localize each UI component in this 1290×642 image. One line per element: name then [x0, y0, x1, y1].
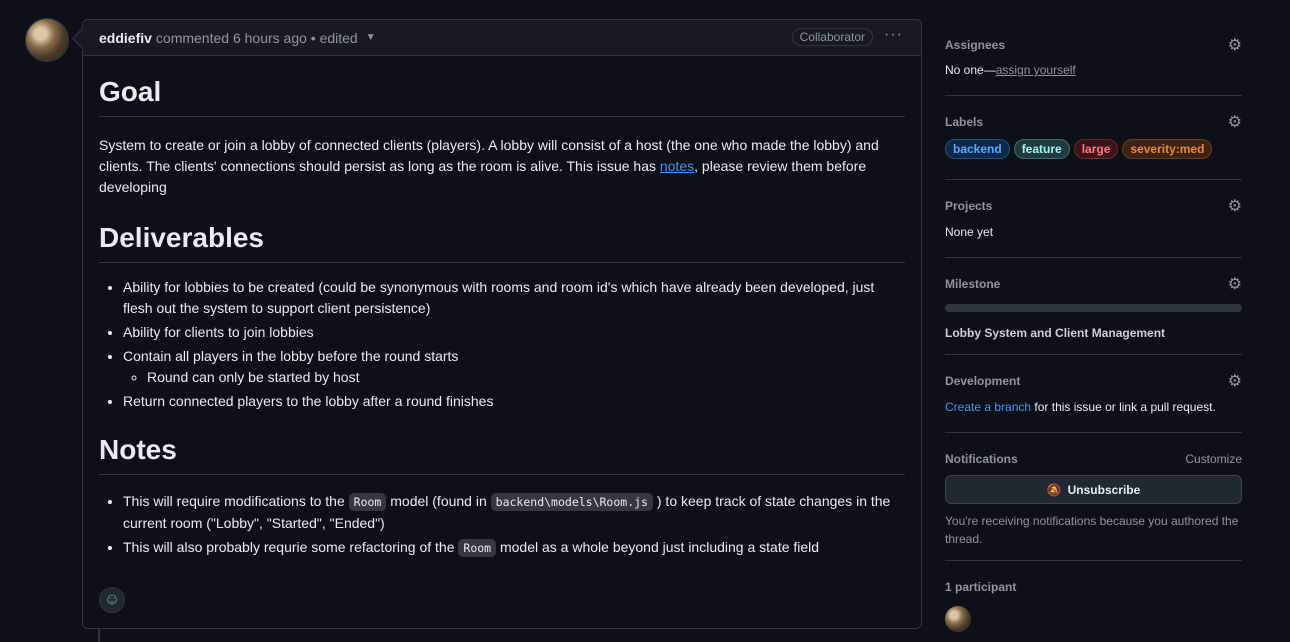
- note-text: model (found in: [386, 493, 491, 509]
- milestone-title: Milestone: [945, 277, 1001, 291]
- assignees-title: Assignees: [945, 38, 1006, 52]
- heading-goal: Goal: [99, 76, 905, 117]
- participant-avatar[interactable]: [945, 606, 971, 632]
- author-name[interactable]: eddiefiv: [99, 30, 152, 46]
- unsubscribe-button[interactable]: 🔕 Unsubscribe: [945, 475, 1242, 504]
- list-item: Round can only be started by host: [147, 367, 905, 388]
- projects-section: Projects ⚙ None yet: [945, 180, 1242, 258]
- assignees-value-row: No one—assign yourself: [945, 63, 1242, 77]
- list-item: This will also probably requrie some ref…: [123, 537, 905, 559]
- collaborator-badge: Collaborator: [791, 28, 873, 46]
- heading-deliverables: Deliverables: [99, 222, 905, 263]
- milestone-section: Milestone ⚙ Lobby System and Client Mana…: [945, 258, 1242, 355]
- issue-comment: eddiefiv commented 6 hours ago • edited …: [82, 19, 922, 629]
- label-backend[interactable]: backend: [945, 139, 1010, 159]
- gear-icon[interactable]: ⚙: [1228, 35, 1242, 55]
- note-text: model as a whole beyond just including a…: [496, 539, 820, 555]
- heading-notes: Notes: [99, 434, 905, 475]
- labels-section: Labels ⚙ backend feature large severity:med: [945, 96, 1242, 180]
- customize-link[interactable]: Customize: [1185, 452, 1242, 466]
- code-room: Room: [348, 493, 387, 511]
- note-text: This will require modifications to the: [123, 493, 349, 509]
- labels-title: Labels: [945, 115, 984, 129]
- list-item: Ability for lobbies to be created (could…: [123, 277, 905, 319]
- list-item: Ability for clients to join lobbies: [123, 322, 905, 343]
- deliverables-list: Ability for lobbies to be created (could…: [99, 277, 905, 412]
- projects-title: Projects: [945, 199, 993, 213]
- label-large[interactable]: large: [1073, 139, 1119, 159]
- gear-icon[interactable]: ⚙: [1228, 274, 1242, 294]
- notifications-section: Notifications Customize 🔕 Unsubscribe You…: [945, 433, 1242, 561]
- list-item: Contain all players in the lobby before …: [123, 346, 905, 388]
- notes-link[interactable]: notes: [660, 158, 694, 174]
- list-item: This will require modifications to the R…: [123, 491, 905, 534]
- add-reaction-button[interactable]: ☺: [99, 587, 125, 613]
- list-item-text: Contain all players in the lobby before …: [123, 348, 459, 364]
- label-severity-med[interactable]: severity:med: [1122, 139, 1213, 159]
- participants-title: 1 participant: [945, 580, 1017, 594]
- unsubscribe-label: Unsubscribe: [1067, 482, 1141, 497]
- gear-icon[interactable]: ⚙: [1228, 371, 1242, 391]
- assignees-value: No one—: [945, 63, 996, 77]
- development-section: Development ⚙ Create a branch for this i…: [945, 355, 1242, 433]
- gear-icon[interactable]: ⚙: [1228, 196, 1242, 216]
- issue-sidebar: Assignees ⚙ No one—assign yourself Label…: [945, 30, 1242, 632]
- author-avatar[interactable]: [25, 18, 69, 62]
- milestone-progress-bar: [945, 304, 1242, 312]
- development-text: for this issue or link a pull request.: [1031, 400, 1216, 414]
- participants-section: 1 participant: [945, 561, 1242, 632]
- list-item: Return connected players to the lobby af…: [123, 391, 905, 412]
- milestone-value[interactable]: Lobby System and Client Management: [945, 326, 1242, 340]
- assignees-section: Assignees ⚙ No one—assign yourself: [945, 30, 1242, 96]
- comment-meta: commented 6 hours ago • edited: [155, 29, 358, 46]
- code-room-path: backend\models\Room.js: [490, 493, 653, 511]
- timeline-line: [98, 628, 100, 642]
- development-title: Development: [945, 374, 1021, 388]
- label-feature[interactable]: feature: [1013, 139, 1070, 159]
- gear-icon[interactable]: ⚙: [1228, 112, 1242, 132]
- kebab-menu-icon[interactable]: ···: [884, 26, 903, 44]
- code-room: Room: [458, 539, 497, 557]
- development-row: Create a branch for this issue or link a…: [945, 400, 1242, 414]
- comment-header: eddiefiv commented 6 hours ago • edited …: [83, 20, 921, 56]
- smiley-icon: ☺: [103, 591, 121, 608]
- create-branch-link[interactable]: Create a branch: [945, 400, 1031, 414]
- assign-yourself-link[interactable]: assign yourself: [996, 63, 1076, 77]
- bell-slash-icon: 🔕: [1046, 482, 1062, 497]
- notifications-text: You're receiving notifications because y…: [945, 514, 1239, 546]
- chevron-down-icon[interactable]: ▼: [366, 32, 376, 43]
- notes-list: This will require modifications to the R…: [99, 491, 905, 559]
- projects-value: None yet: [945, 225, 994, 239]
- goal-paragraph: System to create or join a lobby of conn…: [99, 135, 905, 198]
- note-text: This will also probably requrie some ref…: [123, 539, 459, 555]
- labels-list: backend feature large severity:med: [945, 139, 1242, 159]
- sub-list: Round can only be started by host: [123, 367, 905, 388]
- comment-body: Goal System to create or join a lobby of…: [83, 76, 921, 559]
